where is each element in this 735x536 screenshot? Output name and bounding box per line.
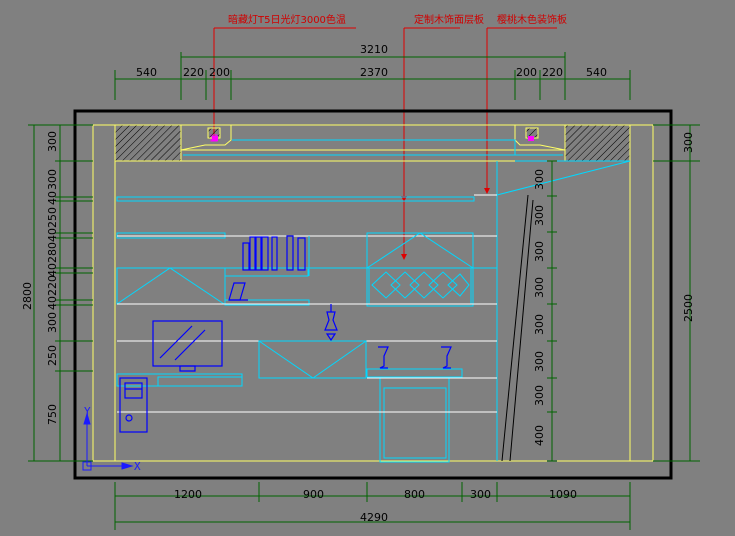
- dim-left-11: 250: [46, 345, 59, 366]
- ceiling-soffits: [114, 124, 631, 162]
- dim-right-inner-2: 300: [533, 205, 546, 226]
- annotation-group: 暗藏灯T5日光灯3000色温 定制木饰面层板 樱桃木色装饰板: [210, 13, 567, 260]
- ucs-x-label: X: [134, 460, 141, 473]
- right-outer-dims: [653, 124, 700, 462]
- dim-right-inner-4: 300: [533, 277, 546, 298]
- elevation-frame: [73, 109, 673, 480]
- dim-left-2: 300: [46, 169, 59, 190]
- dim-top-1: 540: [136, 66, 157, 79]
- annotation-lighting: 暗藏灯T5日光灯3000色温: [228, 13, 346, 26]
- annotation-cherry-board: 樱桃木色装饰板: [497, 13, 567, 26]
- decor-items: [119, 235, 452, 433]
- dim-right-inner-7: 300: [533, 385, 546, 406]
- dim-bottom-4: 300: [470, 488, 491, 501]
- dim-left-10: 300: [46, 312, 59, 333]
- dim-bottom-3: 800: [404, 488, 425, 501]
- dim-right-outer-top: 300: [682, 132, 695, 153]
- dim-right-inner-1: 300: [533, 169, 546, 190]
- dim-bottom-total: 4290: [360, 511, 388, 524]
- dim-left-9: 40: [46, 296, 59, 310]
- dim-bottom-5: 1090: [549, 488, 577, 501]
- dim-right-outer-total: 2500: [682, 294, 695, 322]
- dim-right-inner-3: 300: [533, 241, 546, 262]
- dim-left-4: 250: [46, 207, 59, 228]
- dim-left-7: 40: [46, 263, 59, 277]
- right-panel: [501, 194, 534, 462]
- cad-elevation-drawing: 暗藏灯T5日光灯3000色温 定制木饰面层板 樱桃木色装饰板 3210 540 …: [21, 13, 700, 530]
- dim-top-5: 200: [516, 66, 537, 79]
- dim-left-3: 40: [46, 191, 59, 205]
- wall-outline: [92, 124, 654, 462]
- ucs-icon: [82, 412, 134, 471]
- dim-left-total: 2800: [21, 282, 34, 310]
- dim-left-5: 40: [46, 228, 59, 242]
- dim-top-4: 2370: [360, 66, 388, 79]
- annotation-wood-board: 定制木饰面层板: [414, 13, 484, 26]
- dim-bottom-2: 900: [303, 488, 324, 501]
- dim-left-1: 300: [46, 131, 59, 152]
- dim-top-7: 540: [586, 66, 607, 79]
- cabinet-elevation: [116, 139, 631, 463]
- dim-top-2: 220: [183, 66, 204, 79]
- dim-top-6: 220: [542, 66, 563, 79]
- ucs-y-label: Y: [84, 405, 91, 418]
- dim-top-3: 200: [209, 66, 230, 79]
- dim-top-total: 3210: [360, 43, 388, 56]
- dim-right-inner-5: 300: [533, 314, 546, 335]
- dim-left-8: 220: [46, 275, 59, 296]
- dim-bottom-1: 1200: [174, 488, 202, 501]
- dim-left-12: 750: [46, 404, 59, 425]
- dim-right-inner-8: 400: [533, 425, 546, 446]
- lattice-panel: [371, 271, 470, 299]
- right-inner-dims: [547, 160, 557, 462]
- dim-left-6: 280: [46, 242, 59, 263]
- dim-right-inner-6: 300: [533, 351, 546, 372]
